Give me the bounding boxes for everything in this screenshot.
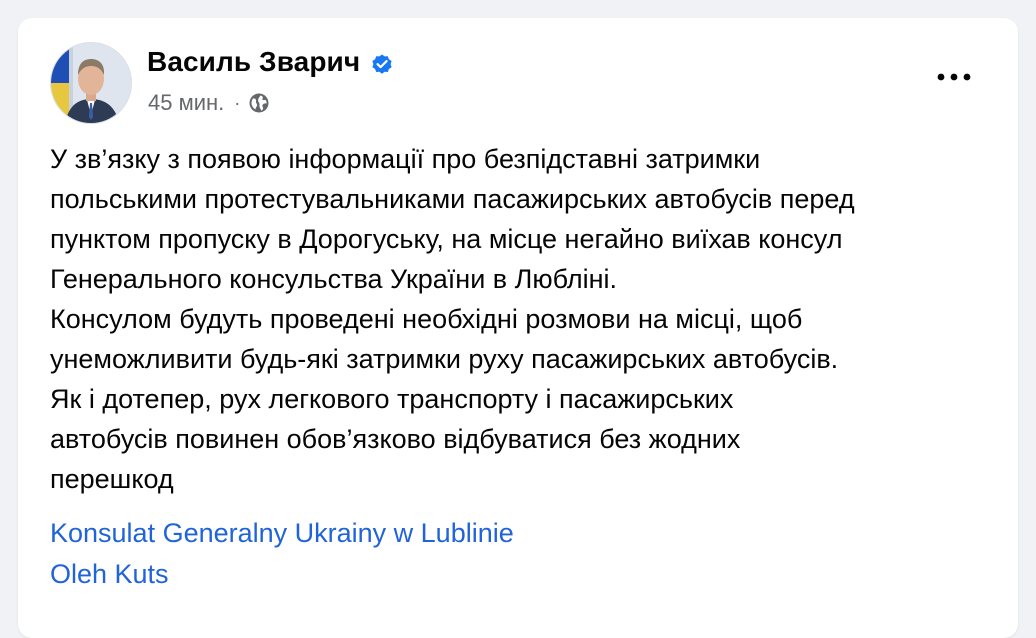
- meta-separator: ·: [234, 92, 241, 113]
- post-card: Василь Зварич 45 мин. · У зв’язку з появ…: [18, 18, 1018, 638]
- globe-icon[interactable]: [248, 92, 270, 114]
- post-meta: 45 мин. ·: [148, 90, 270, 116]
- author-avatar[interactable]: [50, 42, 132, 124]
- tagged-list: Konsulat Generalny Ukrainy w Lublinie Ol…: [50, 513, 514, 595]
- more-options-icon: [937, 73, 971, 81]
- tag-link-konsulat[interactable]: Konsulat Generalny Ukrainy w Lublinie: [50, 513, 514, 554]
- avatar-portrait-icon: [51, 43, 131, 123]
- verified-badge-icon: [370, 51, 394, 75]
- more-options-button[interactable]: [934, 62, 974, 92]
- post-body-text: У зв’язку з появою інформації про безпід…: [50, 144, 855, 494]
- author-name[interactable]: Василь Зварич: [147, 46, 394, 78]
- tag-link-oleh-kuts[interactable]: Oleh Kuts: [50, 554, 514, 595]
- post-timestamp[interactable]: 45 мин.: [148, 90, 224, 116]
- author-name-text[interactable]: Василь Зварич: [147, 46, 360, 78]
